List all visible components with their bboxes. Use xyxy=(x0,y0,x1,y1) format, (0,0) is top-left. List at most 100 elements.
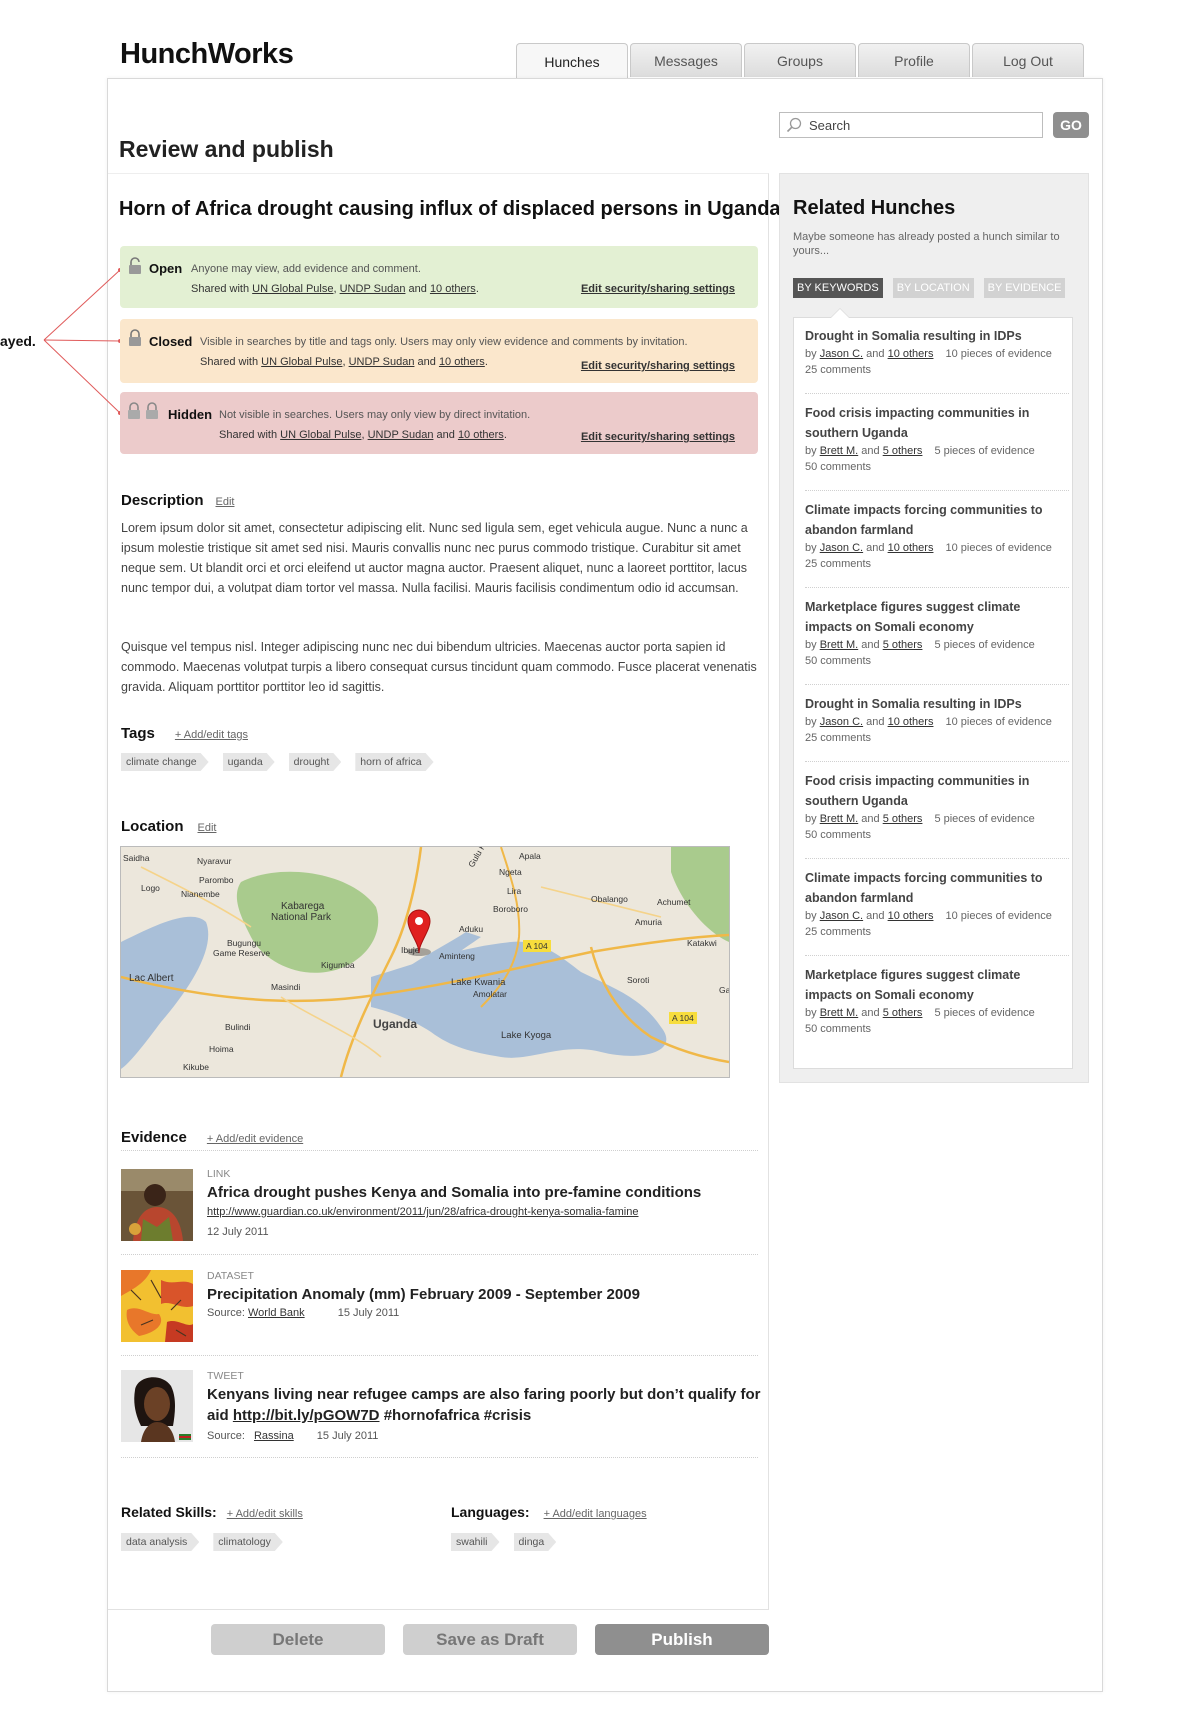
edit-security-link[interactable]: Edit security/sharing settings xyxy=(581,431,735,443)
related-hunches-subtitle: Maybe someone has already posted a hunch… xyxy=(793,231,1060,257)
tab-by-evidence[interactable]: BY EVIDENCE xyxy=(983,278,1066,298)
tab-logout[interactable]: Log Out xyxy=(972,43,1084,77)
related-hunches-title: Related Hunches xyxy=(793,197,956,219)
tags-edit-link[interactable]: + Add/edit tags xyxy=(175,729,248,741)
skills-heading: Related Skills: + Add/edit skills xyxy=(121,1504,303,1520)
location-edit-link[interactable]: Edit xyxy=(198,822,217,834)
security-closed-desc: Visible in searches by title and tags on… xyxy=(200,336,688,348)
evidence-source: Source: Rassina 15 July 2011 xyxy=(207,1430,379,1442)
evidence-thumbnail-photo[interactable] xyxy=(121,1169,193,1241)
language-tag[interactable]: dinga xyxy=(514,1533,557,1551)
svg-text:Masindi: Masindi xyxy=(271,982,300,992)
search-placeholder: Search xyxy=(809,117,851,133)
related-hunch-title[interactable]: Drought in Somalia resulting in IDPs xyxy=(805,326,1069,346)
related-hunch-item[interactable]: Marketplace figures suggest climate impa… xyxy=(805,965,1069,1037)
delete-button[interactable]: Delete xyxy=(211,1624,385,1655)
related-hunch-title[interactable]: Marketplace figures suggest climate impa… xyxy=(805,965,1069,1005)
related-hunch-item[interactable]: Climate impacts forcing communities to a… xyxy=(805,868,1069,940)
svg-text:Nianembe: Nianembe xyxy=(181,889,220,899)
related-hunch-item[interactable]: Drought in Somalia resulting in IDPs by … xyxy=(805,694,1069,746)
tag[interactable]: horn of africa xyxy=(355,753,433,771)
divider xyxy=(121,1254,758,1255)
save-draft-button[interactable]: Save as Draft xyxy=(403,1624,577,1655)
security-option-closed[interactable]: Closed Visible in searches by title and … xyxy=(120,319,758,383)
partner-link[interactable]: UN Global Pulse xyxy=(252,283,333,295)
search-icon xyxy=(786,117,802,133)
security-hidden-shared: Shared with UN Global Pulse, UNDP Sudan … xyxy=(219,429,507,441)
source-link[interactable]: Rassina xyxy=(254,1430,294,1442)
security-open-title: Open xyxy=(149,261,183,276)
languages-heading: Languages: + Add/edit languages xyxy=(451,1504,647,1520)
others-link[interactable]: 10 others xyxy=(458,429,504,441)
related-hunch-item[interactable]: Marketplace figures suggest climate impa… xyxy=(805,597,1069,669)
partner-link[interactable]: UNDP Sudan xyxy=(368,429,434,441)
related-hunch-title[interactable]: Marketplace figures suggest climate impa… xyxy=(805,597,1069,637)
related-hunch-comments: 50 comments xyxy=(805,655,872,667)
skill-tag[interactable]: climatology xyxy=(213,1533,283,1551)
evidence-thumbnail-tweet-avatar[interactable] xyxy=(121,1370,193,1442)
evidence-link[interactable]: http://www.guardian.co.uk/environment/20… xyxy=(207,1206,638,1218)
evidence-thumbnail-dataset[interactable] xyxy=(121,1270,193,1342)
security-option-hidden[interactable]: Hidden Not visible in searches. Users ma… xyxy=(120,392,758,454)
edit-security-link[interactable]: Edit security/sharing settings xyxy=(581,283,735,295)
search-go-button[interactable]: GO xyxy=(1053,112,1089,138)
related-hunch-title[interactable]: Food crisis impacting communities in sou… xyxy=(805,771,1069,811)
related-hunch-meta: by Jason C. and 10 others 10 pieces of ev… xyxy=(805,348,1052,360)
evidence-type: DATASET xyxy=(207,1270,254,1282)
related-hunch-title[interactable]: Drought in Somalia resulting in IDPs xyxy=(805,694,1069,714)
partner-link[interactable]: UNDP Sudan xyxy=(340,283,406,295)
map-graphic: Saidha Nyaravur Parombo Logo Nianembe Ka… xyxy=(121,847,729,1077)
divider xyxy=(805,955,1069,956)
others-link[interactable]: 10 others xyxy=(439,356,485,368)
tweet-link[interactable]: http://bit.ly/pGOW7D xyxy=(233,1407,380,1424)
language-tag[interactable]: swahili xyxy=(451,1533,500,1551)
svg-text:Kikube: Kikube xyxy=(183,1062,209,1072)
svg-text:A 104: A 104 xyxy=(672,1013,694,1023)
others-link[interactable]: 10 others xyxy=(430,283,476,295)
tag[interactable]: uganda xyxy=(223,753,275,771)
languages-edit-link[interactable]: + Add/edit languages xyxy=(544,1508,647,1520)
security-hidden-desc: Not visible in searches. Users may only … xyxy=(219,409,531,421)
double-lock-icon xyxy=(128,402,158,419)
related-hunch-title[interactable]: Climate impacts forcing communities to a… xyxy=(805,868,1069,908)
location-map[interactable]: Saidha Nyaravur Parombo Logo Nianembe Ka… xyxy=(120,846,730,1078)
source-link[interactable]: World Bank xyxy=(248,1307,305,1319)
related-hunch-comments: 50 comments xyxy=(805,461,872,473)
svg-text:Logo: Logo xyxy=(141,883,160,893)
related-hunch-comments: 25 comments xyxy=(805,558,872,570)
edit-security-link[interactable]: Edit security/sharing settings xyxy=(581,360,735,372)
tab-by-location[interactable]: BY LOCATION xyxy=(892,278,974,298)
search-input[interactable]: Search xyxy=(779,112,1043,138)
tag[interactable]: climate change xyxy=(121,753,209,771)
svg-text:Apala: Apala xyxy=(519,851,541,861)
related-hunch-item[interactable]: Food crisis impacting communities in sou… xyxy=(805,403,1069,475)
svg-text:Boroboro: Boroboro xyxy=(493,904,528,914)
tab-profile[interactable]: Profile xyxy=(858,43,970,77)
related-hunch-item[interactable]: Climate impacts forcing communities to a… xyxy=(805,500,1069,572)
publish-button[interactable]: Publish xyxy=(595,1624,769,1655)
related-hunch-title[interactable]: Climate impacts forcing communities to a… xyxy=(805,500,1069,540)
partner-link[interactable]: UNDP Sudan xyxy=(349,356,415,368)
security-option-open[interactable]: Open Anyone may view, add evidence and c… xyxy=(120,246,758,308)
tab-groups[interactable]: Groups xyxy=(744,43,856,77)
skill-tag[interactable]: data analysis xyxy=(121,1533,199,1551)
tag[interactable]: drought xyxy=(289,753,342,771)
related-hunch-item[interactable]: Drought in Somalia resulting in IDPs by … xyxy=(805,326,1069,378)
partner-link[interactable]: UN Global Pulse xyxy=(280,429,361,441)
evidence-title[interactable]: Africa drought pushes Kenya and Somalia … xyxy=(207,1182,767,1203)
divider xyxy=(121,1150,758,1151)
svg-text:National Park: National Park xyxy=(271,912,332,923)
tab-messages[interactable]: Messages xyxy=(630,43,742,77)
description-edit-link[interactable]: Edit xyxy=(216,496,235,508)
skills-edit-link[interactable]: + Add/edit skills xyxy=(227,1508,303,1520)
evidence-edit-link[interactable]: + Add/edit evidence xyxy=(207,1133,303,1145)
evidence-title[interactable]: Precipitation Anomaly (mm) February 2009… xyxy=(207,1284,767,1305)
partner-link[interactable]: UN Global Pulse xyxy=(261,356,342,368)
tab-by-keywords[interactable]: BY KEYWORDS xyxy=(793,278,883,298)
related-hunch-title[interactable]: Food crisis impacting communities in sou… xyxy=(805,403,1069,443)
related-hunch-item[interactable]: Food crisis impacting communities in sou… xyxy=(805,771,1069,843)
svg-text:Ga: Ga xyxy=(719,985,729,995)
tab-hunches[interactable]: Hunches xyxy=(516,43,628,79)
svg-text:Bugungu: Bugungu xyxy=(227,938,261,948)
app-logo[interactable]: HunchWorks xyxy=(120,38,294,71)
